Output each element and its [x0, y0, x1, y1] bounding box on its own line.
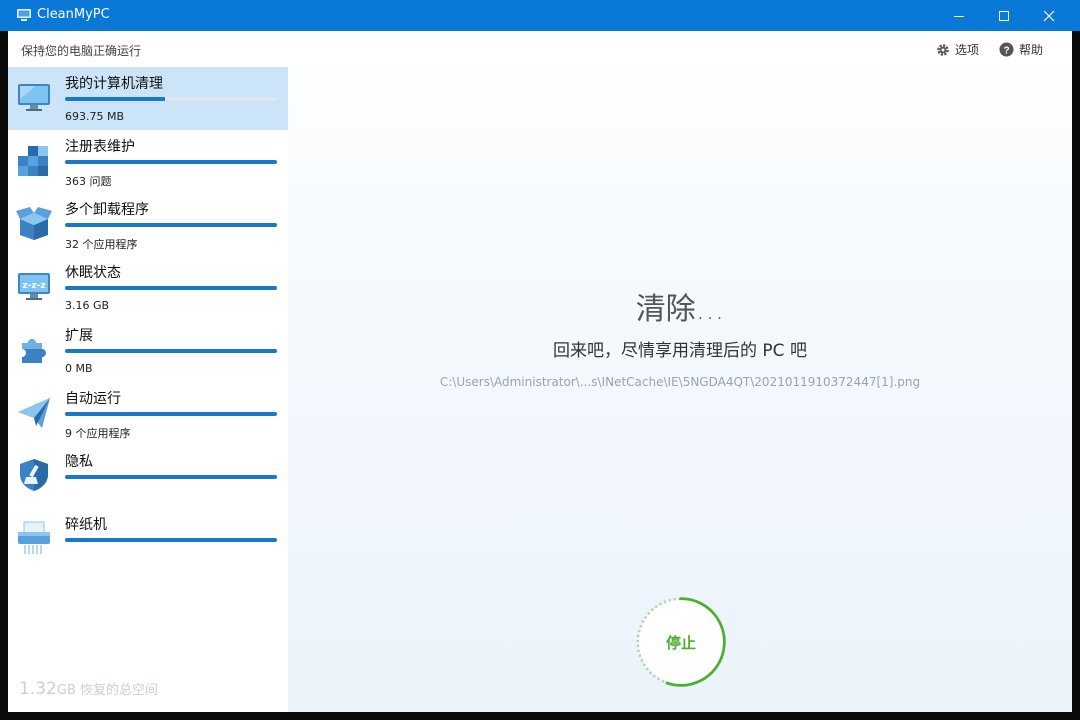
sidebar-item-value: 9 个应用程序 — [65, 427, 131, 440]
gear-icon — [937, 43, 949, 56]
maximize-icon — [999, 10, 1009, 21]
status-title: 清除... — [635, 292, 725, 327]
puzzle-icon — [22, 339, 46, 363]
window-title: CleanMyPC — [37, 7, 110, 22]
sidebar-item-label: 注册表维护 — [65, 139, 135, 155]
sidebar-item-label: 扩展 — [65, 328, 93, 344]
open-box-icon — [16, 207, 52, 240]
svg-text:?: ? — [1003, 45, 1009, 56]
minimize-icon — [954, 15, 964, 17]
progress-bar — [65, 160, 277, 164]
sidebar-item-value: 693.75 MB — [65, 110, 125, 123]
progress-fill — [65, 412, 277, 416]
paper-plane-icon — [18, 398, 50, 428]
title-bar[interactable]: CleanMyPC — [0, 0, 1080, 31]
sidebar-item-label: 碎纸机 — [65, 517, 107, 533]
sidebar-item-value: 363 问题 — [65, 175, 112, 188]
sidebar-item-label: 隐私 — [65, 454, 93, 470]
progress-fill — [65, 475, 277, 479]
progress-bar — [65, 223, 277, 227]
sidebar-item-shredder[interactable]: 碎纸机 — [8, 508, 288, 571]
options-label: 选项 — [955, 43, 980, 57]
options-button[interactable]: 选项 — [936, 41, 979, 58]
sleep-monitor-icon: z-z-z — [18, 273, 50, 300]
app-window: CleanMyPC 保持您的电脑正确运行 选项 ? 帮助 我的计算机清理 693… — [0, 0, 1080, 720]
close-button[interactable] — [1026, 0, 1072, 31]
sidebar-item-label: 自动运行 — [65, 391, 121, 407]
progress-bar — [65, 538, 277, 542]
app-logo-icon — [17, 9, 31, 21]
shield-brush-icon — [20, 459, 48, 491]
total-recovered-space: 1.32GB 恢复的总空间 — [19, 679, 158, 699]
progress-fill — [65, 160, 277, 164]
help-icon: ? — [999, 42, 1014, 57]
progress-bar — [65, 286, 277, 290]
help-label: 帮助 — [1019, 43, 1044, 57]
status-subtitle: 回来吧，尽情享用清理后的 PC 吧 — [553, 341, 807, 361]
progress-bar — [65, 349, 277, 353]
svg-text:z-z-z: z-z-z — [22, 281, 45, 291]
total-recovered-unit: GB — [56, 683, 76, 698]
header-bar: 保持您的电脑正确运行 选项 ? 帮助 — [8, 31, 1072, 67]
stop-button[interactable]: 停止 — [639, 600, 723, 684]
sidebar-item-label: 休眠状态 — [65, 265, 121, 281]
sidebar-item-multi-uninstaller[interactable]: 多个卸载程序 32 个应用程序 — [8, 193, 288, 256]
registry-cubes-icon — [18, 146, 48, 176]
sidebar: 我的计算机清理 693.75 MB 注册表维护 363 问题 多个卸载程序 32… — [8, 67, 288, 712]
total-recovered-number: 1.32 — [19, 679, 57, 699]
progress-bar — [65, 97, 277, 101]
sidebar-item-value: 3.16 GB — [65, 299, 110, 312]
progress-fill — [65, 538, 277, 542]
sidebar-item-value: 0 MB — [65, 362, 93, 375]
minimize-button[interactable] — [936, 0, 982, 31]
help-button[interactable]: ? 帮助 — [999, 41, 1043, 58]
progress-fill — [65, 223, 277, 227]
sidebar-item-privacy[interactable]: 隐私 — [8, 445, 288, 508]
progress-fill — [65, 349, 277, 353]
progress-bar — [65, 475, 277, 479]
progress-fill — [65, 286, 277, 290]
maximize-button[interactable] — [981, 0, 1027, 31]
sidebar-item-extensions[interactable]: 扩展 0 MB — [8, 319, 288, 382]
sidebar-item-registry-maintenance[interactable]: 注册表维护 363 问题 — [8, 130, 288, 193]
tagline: 保持您的电脑正确运行 — [21, 44, 142, 58]
current-file-path: C:\Users\Administrator\...s\INetCache\IE… — [439, 375, 921, 389]
total-recovered-label: 恢复的总空间 — [75, 683, 158, 698]
sidebar-item-autorun[interactable]: 自动运行 9 个应用程序 — [8, 382, 288, 445]
sidebar-item-label: 多个卸载程序 — [65, 202, 149, 218]
shredder-icon — [18, 521, 50, 554]
progress-bar — [65, 412, 277, 416]
progress-fill — [65, 97, 165, 101]
client-area: 保持您的电脑正确运行 选项 ? 帮助 我的计算机清理 693.75 MB 注册表… — [8, 31, 1072, 712]
stop-control: 停止 — [634, 595, 728, 689]
sidebar-item-my-computer-cleanup[interactable]: 我的计算机清理 693.75 MB — [8, 67, 288, 130]
sidebar-item-hibernation[interactable]: z-z-z 休眠状态 3.16 GB — [8, 256, 288, 319]
sidebar-item-value: 32 个应用程序 — [65, 238, 138, 251]
sidebar-item-label: 我的计算机清理 — [65, 76, 163, 92]
monitor-icon — [18, 84, 50, 111]
close-icon — [1043, 10, 1055, 21]
